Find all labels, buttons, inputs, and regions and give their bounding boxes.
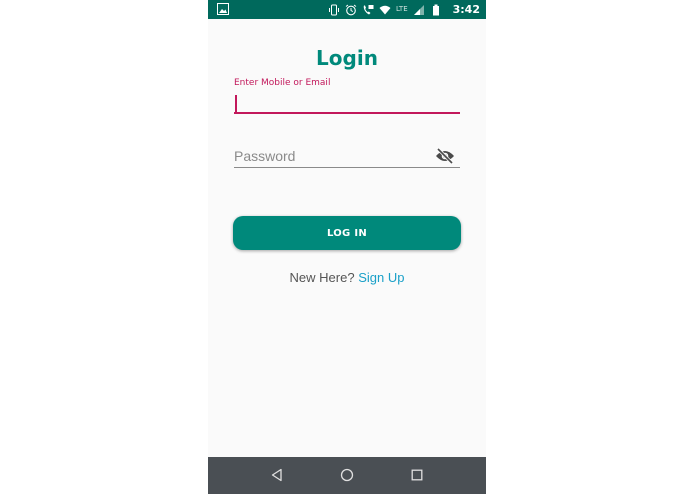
eye-off-icon: [436, 148, 454, 164]
alarm-icon: [345, 4, 357, 15]
volte-icon: [363, 4, 374, 14]
vibrate-icon: [328, 4, 339, 15]
navigation-bar: [208, 457, 486, 494]
signup-prompt-text: New Here?: [289, 270, 355, 285]
phone-screen: LTE 3:42 Login Enter Mobile or Email LOG…: [208, 0, 486, 494]
password-visibility-toggle[interactable]: [434, 147, 456, 165]
status-bar: LTE 3:42: [208, 0, 486, 19]
battery-icon: [432, 4, 439, 15]
lte-label: LTE: [395, 5, 408, 13]
password-field[interactable]: [234, 145, 460, 168]
page-title: Login: [316, 46, 378, 70]
login-button[interactable]: LOG IN: [233, 216, 461, 250]
signup-prompt-line: New Here? Sign Up: [208, 270, 486, 285]
signup-link[interactable]: Sign Up: [358, 270, 404, 285]
back-icon[interactable]: [270, 468, 284, 482]
clock-time: 3:42: [452, 3, 480, 16]
home-icon[interactable]: [340, 468, 354, 482]
recents-icon[interactable]: [410, 468, 424, 482]
text-cursor: [235, 95, 237, 112]
image-icon: [217, 3, 229, 15]
signal-icon: [413, 4, 424, 15]
email-field[interactable]: [234, 92, 460, 114]
email-field-label: Enter Mobile or Email: [234, 78, 331, 88]
status-icons: LTE 3:42: [328, 0, 480, 19]
wifi-icon: [379, 5, 391, 14]
